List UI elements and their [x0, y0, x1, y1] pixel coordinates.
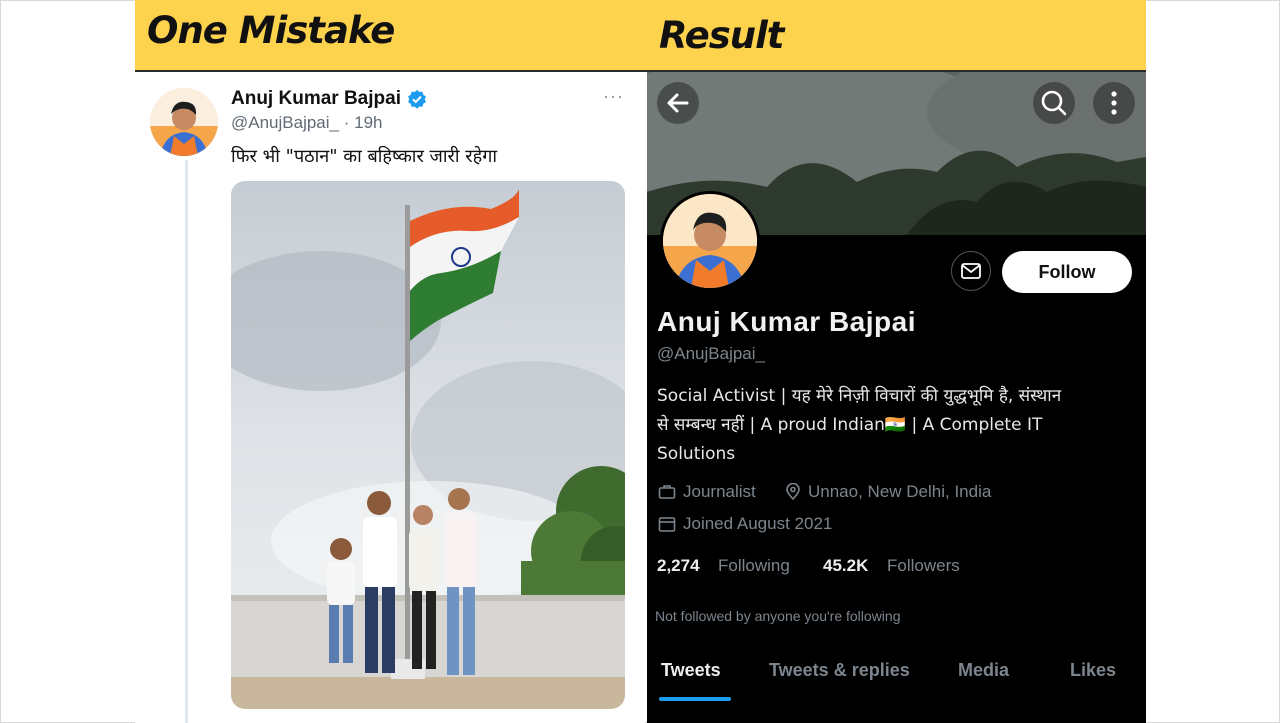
message-button[interactable] [951, 251, 991, 291]
profile-joined: Joined August 2021 [683, 514, 833, 533]
bio-line: Social Activist | यह मेरे निज़ी विचारों … [657, 386, 1062, 406]
more-dots-icon[interactable]: ··· [603, 86, 624, 107]
location-pin-icon [786, 483, 800, 501]
profile-location: Unnao, New Delhi, India [808, 482, 992, 501]
not-followed-note: Not followed by anyone you're following [655, 608, 901, 624]
active-tab-indicator [659, 697, 731, 701]
profile-name: Anuj Kumar Bajpai [657, 306, 916, 337]
bio-line: से सम्बन्ध नहीं | A proud Indian🇮🇳 | A C… [657, 415, 1043, 435]
profile-handle: @AnujBajpai_ [657, 344, 765, 363]
profile-panel: Follow Anuj Kumar Bajpai @AnujBajpai_ So… [647, 72, 1146, 723]
followers-label[interactable]: Followers [887, 556, 960, 576]
envelope-icon [961, 263, 981, 279]
tab-tweets-replies[interactable]: Tweets & replies [769, 660, 910, 681]
followers-count[interactable]: 45.2K [823, 556, 868, 576]
briefcase-icon [658, 485, 676, 499]
tweet-author-name[interactable]: Anuj Kumar Bajpai [231, 88, 401, 110]
verified-badge-icon [408, 90, 426, 109]
vertical-dots-icon [1111, 91, 1117, 115]
tab-tweets[interactable]: Tweets [661, 660, 721, 681]
search-icon [1041, 90, 1067, 116]
profile-bio: Social Activist | यह मेरे निज़ी विचारों … [657, 382, 1127, 469]
tweet-handle[interactable]: @AnujBajpai_ [231, 113, 339, 132]
calendar-icon [658, 517, 676, 532]
following-label[interactable]: Following [718, 556, 790, 576]
follow-button[interactable]: Follow [1002, 251, 1132, 293]
tweet-photo[interactable] [231, 181, 625, 709]
tweet-handle-time: @AnujBajpai_ · 19h [231, 113, 382, 133]
thread-line [185, 160, 188, 723]
profile-avatar[interactable] [660, 191, 760, 291]
tweet-avatar[interactable] [150, 88, 218, 156]
profile-profession: Journalist [683, 482, 756, 501]
bio-line: Solutions [657, 444, 736, 464]
following-count[interactable]: 2,274 [657, 556, 700, 576]
caption-band: One Mistake Result [135, 0, 1146, 72]
tweet-time[interactable]: · 19h [344, 113, 383, 132]
back-button[interactable] [657, 82, 699, 124]
tab-media[interactable]: Media [958, 660, 1009, 681]
search-button[interactable] [1033, 82, 1075, 124]
caption-right: Result [659, 14, 784, 57]
tab-likes[interactable]: Likes [1070, 660, 1116, 681]
back-arrow-icon [667, 93, 689, 113]
tweet-text: फिर भी "पठान" का बहिष्कार जारी रहेगा [231, 146, 498, 167]
caption-left: One Mistake [147, 9, 395, 52]
more-options-button[interactable] [1093, 82, 1135, 124]
